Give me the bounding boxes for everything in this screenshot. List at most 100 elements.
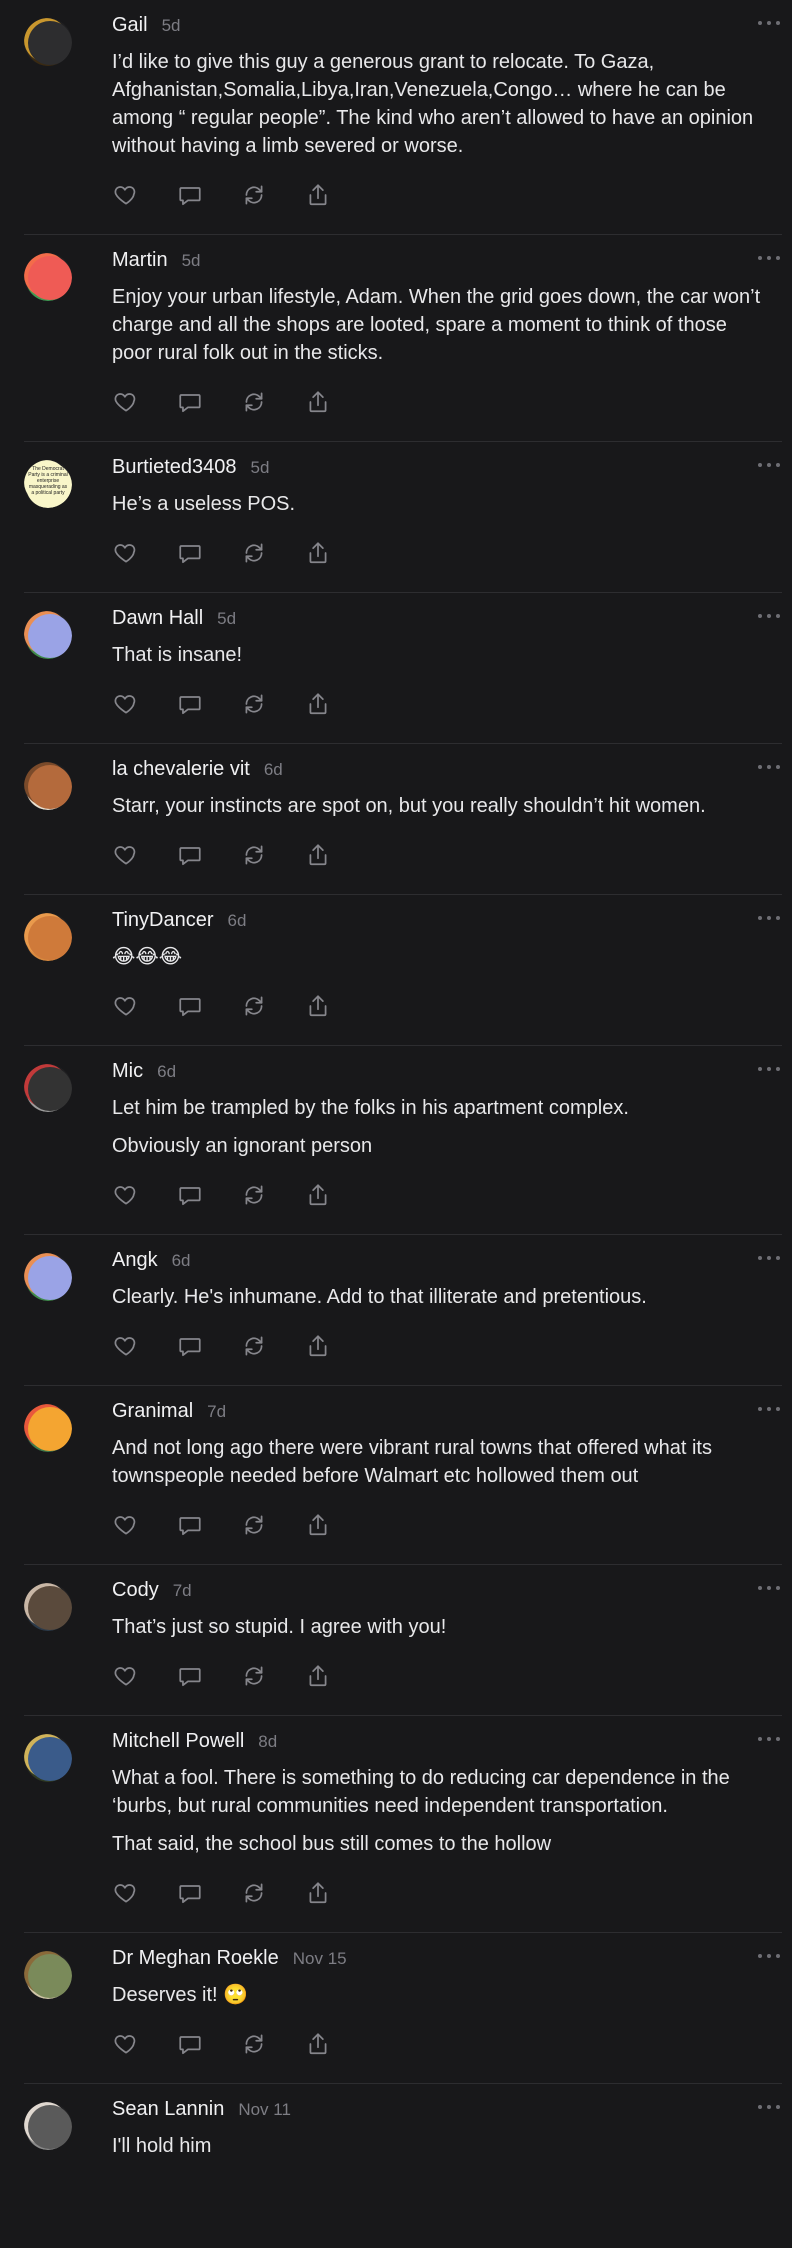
timestamp[interactable]: 5d bbox=[251, 458, 270, 478]
reply-button[interactable] bbox=[176, 841, 204, 869]
like-button[interactable] bbox=[112, 992, 140, 1020]
reply-button[interactable] bbox=[176, 1511, 204, 1539]
reply-button[interactable] bbox=[176, 388, 204, 416]
more-dots-icon[interactable] bbox=[758, 1734, 782, 1744]
restack-button[interactable] bbox=[240, 2030, 268, 2058]
timestamp[interactable]: 5d bbox=[162, 16, 181, 36]
timestamp[interactable]: 6d bbox=[228, 911, 247, 931]
author-name[interactable]: Angk bbox=[112, 1249, 158, 1272]
reply-button[interactable] bbox=[176, 181, 204, 209]
author-name[interactable]: Mic bbox=[112, 1060, 143, 1083]
reply-button[interactable] bbox=[176, 1662, 204, 1690]
share-button[interactable] bbox=[304, 1879, 332, 1907]
share-button[interactable] bbox=[304, 992, 332, 1020]
more-dots-icon[interactable] bbox=[758, 1951, 782, 1961]
reply-button[interactable] bbox=[176, 690, 204, 718]
timestamp[interactable]: Nov 11 bbox=[238, 2100, 291, 2120]
reply-button[interactable] bbox=[176, 539, 204, 567]
avatar[interactable] bbox=[24, 253, 72, 301]
more-dots-icon[interactable] bbox=[758, 913, 782, 923]
like-button[interactable] bbox=[112, 1879, 140, 1907]
author-name[interactable]: Sean Lannin bbox=[112, 2098, 224, 2121]
restack-button[interactable] bbox=[240, 539, 268, 567]
restack-button[interactable] bbox=[240, 181, 268, 209]
avatar[interactable] bbox=[24, 1064, 72, 1112]
share-button[interactable] bbox=[304, 539, 332, 567]
share-button[interactable] bbox=[304, 1181, 332, 1209]
avatar[interactable] bbox=[24, 1951, 72, 1999]
author-name[interactable]: Burtieted3408 bbox=[112, 456, 237, 479]
more-dots-icon[interactable] bbox=[758, 1404, 782, 1414]
timestamp[interactable]: 6d bbox=[264, 760, 283, 780]
author-name[interactable]: Mitchell Powell bbox=[112, 1730, 244, 1753]
like-button[interactable] bbox=[112, 181, 140, 209]
more-dots-icon[interactable] bbox=[758, 1253, 782, 1263]
like-button[interactable] bbox=[112, 1511, 140, 1539]
avatar[interactable] bbox=[24, 611, 72, 659]
avatar[interactable] bbox=[24, 18, 72, 66]
restack-button[interactable] bbox=[240, 1511, 268, 1539]
like-button[interactable] bbox=[112, 690, 140, 718]
restack-button[interactable] bbox=[240, 1662, 268, 1690]
timestamp[interactable]: 5d bbox=[182, 251, 201, 271]
avatar[interactable] bbox=[24, 762, 72, 810]
restack-button[interactable] bbox=[240, 841, 268, 869]
like-button[interactable] bbox=[112, 1662, 140, 1690]
like-button[interactable] bbox=[112, 841, 140, 869]
author-name[interactable]: Dawn Hall bbox=[112, 607, 203, 630]
share-button[interactable] bbox=[304, 2030, 332, 2058]
share-button[interactable] bbox=[304, 181, 332, 209]
author-name[interactable]: TinyDancer bbox=[112, 909, 214, 932]
timestamp[interactable]: 7d bbox=[207, 1402, 226, 1422]
more-dots-icon[interactable] bbox=[758, 1583, 782, 1593]
like-button[interactable] bbox=[112, 2030, 140, 2058]
timestamp[interactable]: 6d bbox=[157, 1062, 176, 1082]
author-name[interactable]: Cody bbox=[112, 1579, 159, 1602]
author-name[interactable]: la chevalerie vit bbox=[112, 758, 250, 781]
more-dots-icon[interactable] bbox=[758, 762, 782, 772]
avatar[interactable] bbox=[24, 1583, 72, 1631]
avatar[interactable] bbox=[24, 913, 72, 961]
like-button[interactable] bbox=[112, 1332, 140, 1360]
avatar[interactable]: The Democrat Party is a criminal enterpr… bbox=[24, 460, 72, 508]
avatar[interactable] bbox=[24, 2102, 72, 2150]
restack-button[interactable] bbox=[240, 1181, 268, 1209]
author-name[interactable]: Gail bbox=[112, 14, 148, 37]
author-name[interactable]: Dr Meghan Roekle bbox=[112, 1947, 279, 1970]
like-button[interactable] bbox=[112, 1181, 140, 1209]
share-button[interactable] bbox=[304, 1662, 332, 1690]
more-dots-icon[interactable] bbox=[758, 2102, 782, 2112]
reply-button[interactable] bbox=[176, 1332, 204, 1360]
reply-button[interactable] bbox=[176, 1181, 204, 1209]
author-name[interactable]: Granimal bbox=[112, 1400, 193, 1423]
share-button[interactable] bbox=[304, 1332, 332, 1360]
more-dots-icon[interactable] bbox=[758, 611, 782, 621]
like-button[interactable] bbox=[112, 388, 140, 416]
restack-button[interactable] bbox=[240, 388, 268, 416]
timestamp[interactable]: 6d bbox=[172, 1251, 191, 1271]
avatar[interactable] bbox=[24, 1734, 72, 1782]
restack-button[interactable] bbox=[240, 1879, 268, 1907]
reply-button[interactable] bbox=[176, 1879, 204, 1907]
restack-button[interactable] bbox=[240, 992, 268, 1020]
more-dots-icon[interactable] bbox=[758, 253, 782, 263]
avatar[interactable] bbox=[24, 1253, 72, 1301]
timestamp[interactable]: 8d bbox=[258, 1732, 277, 1752]
more-dots-icon[interactable] bbox=[758, 1064, 782, 1074]
share-button[interactable] bbox=[304, 388, 332, 416]
more-dots-icon[interactable] bbox=[758, 18, 782, 28]
avatar[interactable] bbox=[24, 1404, 72, 1452]
like-button[interactable] bbox=[112, 539, 140, 567]
author-name[interactable]: Martin bbox=[112, 249, 168, 272]
restack-button[interactable] bbox=[240, 1332, 268, 1360]
timestamp[interactable]: Nov 15 bbox=[293, 1949, 347, 1969]
restack-button[interactable] bbox=[240, 690, 268, 718]
share-button[interactable] bbox=[304, 690, 332, 718]
timestamp[interactable]: 5d bbox=[217, 609, 236, 629]
more-dots-icon[interactable] bbox=[758, 460, 782, 470]
reply-button[interactable] bbox=[176, 2030, 204, 2058]
share-button[interactable] bbox=[304, 841, 332, 869]
share-button[interactable] bbox=[304, 1511, 332, 1539]
reply-button[interactable] bbox=[176, 992, 204, 1020]
timestamp[interactable]: 7d bbox=[173, 1581, 192, 1601]
